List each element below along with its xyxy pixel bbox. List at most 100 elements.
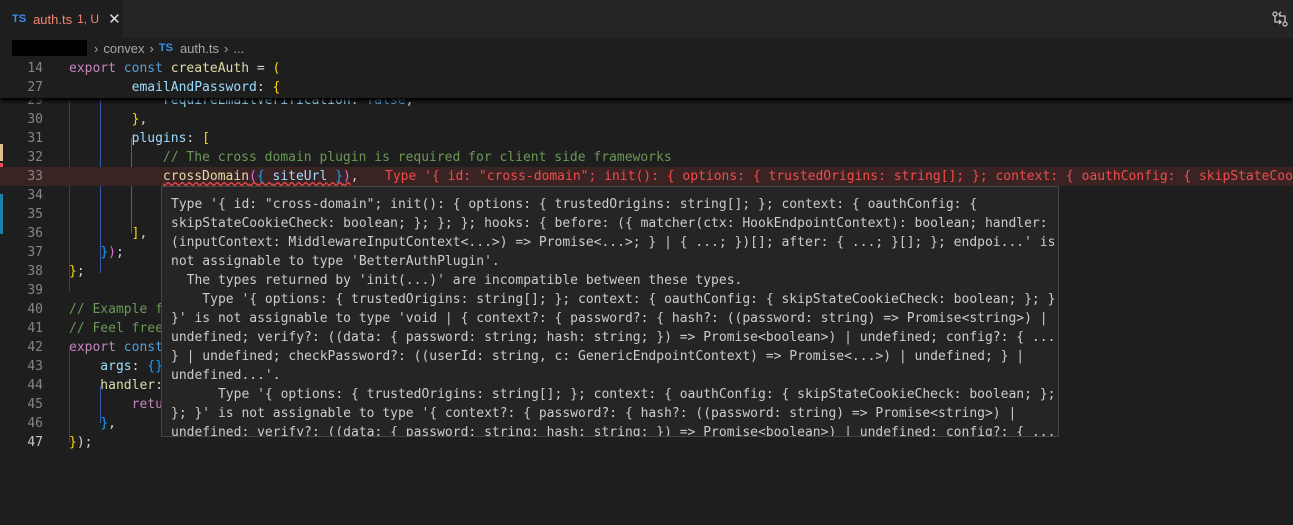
code-token: } [69, 264, 77, 279]
line-number: 46 [27, 416, 43, 431]
line-number: 31 [27, 131, 43, 146]
code-text: }; [69, 262, 85, 281]
chevron-right-icon: › [223, 40, 229, 56]
code-token: ) [342, 169, 351, 184]
code-token: // Feel free [69, 321, 163, 336]
code-token: handler [69, 378, 156, 393]
hover-text-line: } | undefined; checkPassword?: ((userId:… [171, 349, 1025, 364]
code-token: } [100, 416, 109, 431]
code-token: ; [76, 264, 85, 279]
hover-text-line: The types returned by 'init(...)' are in… [171, 273, 743, 288]
code-token: { [256, 169, 273, 184]
code-token: , [350, 169, 359, 184]
code-token: : [186, 131, 203, 146]
line-number: 38 [27, 264, 43, 279]
problem-badge: 1, U [77, 12, 100, 26]
code-line[interactable]: 31 plugins: [ [0, 129, 1293, 148]
code-token: plugins [69, 131, 187, 146]
compare-changes-icon[interactable] [1271, 10, 1289, 28]
line-number: 45 [27, 397, 43, 412]
code-text: }); [69, 433, 92, 452]
line-number: 37 [27, 245, 43, 260]
tab-label: auth.ts [33, 11, 73, 27]
line-number: 33 [27, 169, 43, 184]
hover-text-line: Type '{ options: { trustedOrigins: strin… [171, 292, 1059, 307]
hover-text-line: Type '{ options: { trustedOrigins: strin… [171, 387, 1056, 402]
code-line[interactable]: 33 crossDomain({ siteUrl }), Type '{ id: … [0, 167, 1293, 186]
code-token: export [69, 61, 124, 76]
sticky-scroll[interactable]: 14 export const createAuth = (27 emailAnd… [0, 58, 1293, 98]
line-number: 36 [27, 226, 43, 241]
tab-auth-ts[interactable]: TS auth.ts 1, U ✕ [0, 0, 123, 38]
code-text: export const [69, 338, 163, 357]
line-number: 47 [27, 435, 43, 450]
code-text: export const createAuth = ( [69, 59, 280, 78]
code-token: args [69, 359, 132, 374]
hover-text-line: Type '{ id: "cross-domain"; init(): { op… [171, 197, 978, 212]
code-line[interactable]: 32 // The cross domain plugin is require… [0, 148, 1293, 167]
line-number: 27 [27, 80, 43, 95]
breadcrumb-more[interactable]: ... [233, 41, 244, 56]
hover-text-line: undefined; verify?: ((data: { password: … [171, 330, 1059, 345]
code-text: ], [69, 224, 148, 243]
code-token: export [69, 340, 124, 355]
code-line[interactable]: 27 emailAndPassword: { [0, 78, 1293, 97]
code-token: , [139, 226, 148, 241]
code-token: [ [202, 131, 210, 146]
hover-text-line: undefined; verify?: ((data: { password: … [171, 425, 1059, 437]
line-number: 35 [27, 207, 43, 222]
code-token: // The cross domain plugin is required f… [69, 150, 672, 165]
code-token: ( [272, 61, 281, 76]
line-number: 43 [27, 359, 43, 374]
code-text: retu [69, 395, 163, 414]
error-hover-tooltip: Type '{ id: "cross-domain"; init(): { op… [161, 186, 1059, 437]
code-token: const [123, 61, 171, 76]
code-line[interactable]: 30 }, [0, 110, 1293, 129]
code-line[interactable]: 14 export const createAuth = ( [0, 59, 1293, 78]
close-icon[interactable]: ✕ [108, 10, 121, 28]
typescript-icon: TS [158, 42, 173, 54]
code-text: args: {} [69, 357, 163, 376]
hover-text-line: undefined...'. [171, 368, 281, 383]
chevron-right-icon: › [94, 40, 99, 56]
code-token: ) [108, 245, 116, 260]
code-token: ); [76, 435, 93, 450]
line-number: 44 [27, 378, 43, 393]
line-number: 39 [27, 283, 43, 298]
code-text: crossDomain({ siteUrl }), [69, 167, 359, 186]
breadcrumb: › convex › TS auth.ts › ... [0, 38, 1293, 58]
inline-error-message: Type '{ id: "cross-domain"; init(): { op… [385, 169, 1293, 184]
breadcrumb-file[interactable]: auth.ts [180, 41, 219, 56]
typescript-icon: TS [12, 13, 27, 25]
code-token: } [100, 245, 109, 260]
line-number: 34 [27, 188, 43, 203]
code-text: }, [69, 110, 148, 129]
code-token: retu [69, 397, 163, 412]
code-token: } [69, 435, 77, 450]
code-token: , [139, 112, 148, 127]
code-token: crossDomain [162, 169, 250, 184]
hover-text-line: }; }' is not assignable to type '{ conte… [171, 406, 1017, 421]
code-token: createAuth [170, 61, 250, 76]
line-number: 40 [27, 302, 43, 317]
hover-text-line: }' is not assignable to type 'void | { c… [171, 311, 1048, 326]
code-token: : [256, 80, 273, 95]
tab-bar: TS auth.ts 1, U ✕ [0, 0, 1293, 38]
line-number: 14 [27, 61, 43, 76]
hover-text-line: skipStateCookieCheck: boolean; }; }; }; … [171, 216, 1048, 231]
code-text: // The cross domain plugin is required f… [69, 148, 672, 167]
line-number: 30 [27, 112, 43, 127]
code-token: emailAndPassword [69, 80, 257, 95]
code-token: , [108, 416, 116, 431]
breadcrumb-folder[interactable]: convex [103, 41, 144, 56]
code-token: : [131, 359, 148, 374]
code-text: plugins: [ [69, 129, 210, 148]
code-token: siteUrl [272, 169, 328, 184]
code-text: }); [69, 243, 123, 262]
code-text: // Example f [69, 300, 163, 319]
